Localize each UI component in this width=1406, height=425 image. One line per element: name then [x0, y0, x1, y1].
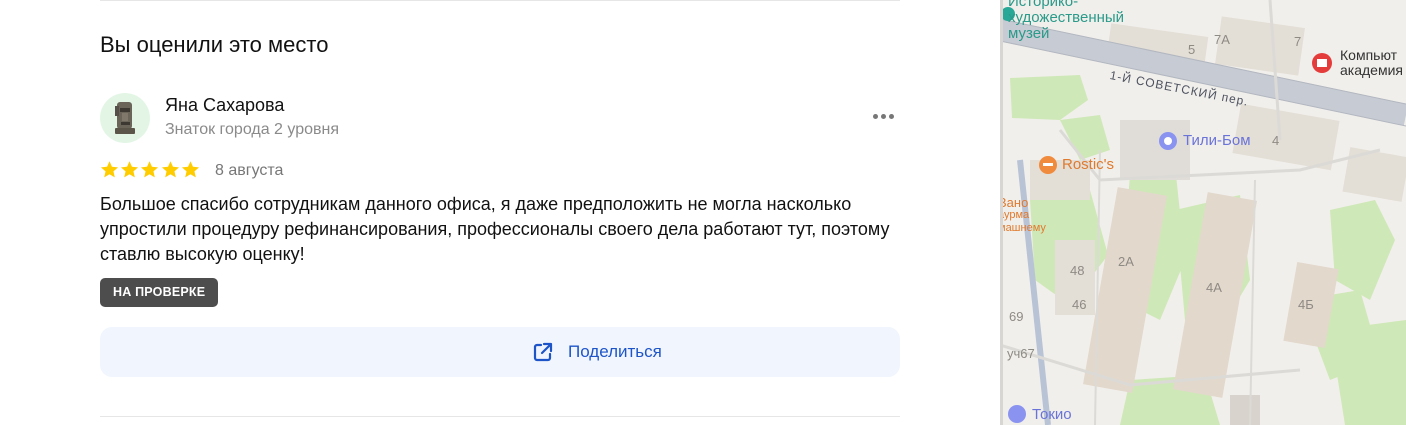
share-external-icon: [533, 342, 553, 362]
status-badge: НА ПРОВЕРКЕ: [100, 278, 219, 307]
author-name[interactable]: Яна Сахарова: [165, 95, 284, 116]
house-number: 69: [1009, 309, 1024, 324]
map-label-tili-bom[interactable]: Тили-Бом: [1183, 132, 1251, 149]
divider: [100, 416, 900, 417]
more-dots-icon: [889, 114, 894, 119]
more-dots-icon: [873, 114, 878, 119]
star-icon: [161, 161, 179, 178]
house-number: 4: [1272, 133, 1280, 148]
star-icon: [100, 161, 119, 178]
author-level: Знаток города 2 уровня: [165, 121, 340, 138]
share-button[interactable]: Поделиться: [100, 327, 900, 377]
map-border: [1000, 0, 1003, 425]
house-number: 4А: [1206, 280, 1222, 295]
map-label-tokio[interactable]: Токио: [1032, 406, 1072, 423]
star-icon: [121, 161, 139, 178]
star-icon: [141, 161, 159, 178]
more-options-button[interactable]: [866, 104, 900, 128]
review-date: 8 августа: [215, 162, 284, 179]
map-label-museum[interactable]: Историко- художественный музей: [1008, 0, 1124, 42]
review-text: Большое спасибо сотрудникам данного офис…: [100, 194, 890, 264]
star-icon: [181, 161, 199, 178]
house-number: 48: [1070, 263, 1085, 278]
review-panel: Вы оценили это место Яна Сахарова Знаток…: [0, 0, 1000, 425]
share-label: Поделиться: [568, 342, 662, 361]
house-number: 5: [1188, 42, 1196, 57]
map-label-computer-academy[interactable]: Компьют академия: [1340, 48, 1403, 78]
map[interactable]: Историко- художественный музей 1-Й СОВЕТ…: [1000, 0, 1406, 425]
moai-avatar-icon: [115, 102, 135, 134]
divider: [100, 0, 900, 1]
house-number: 7: [1294, 34, 1302, 49]
house-number: 46: [1072, 297, 1087, 312]
house-number: уч67: [1007, 346, 1035, 361]
map-label-vano[interactable]: Вано аурма машнему: [1000, 196, 1046, 235]
rating-stars: [100, 160, 201, 184]
avatar[interactable]: [100, 93, 150, 143]
more-dots-icon: [881, 114, 886, 119]
house-number: 4Б: [1298, 297, 1314, 312]
section-title: Вы оценили это место: [100, 32, 329, 57]
house-number: 7А: [1214, 32, 1230, 47]
house-number: 2А: [1118, 254, 1134, 269]
map-label-rostics[interactable]: Rostic's: [1062, 156, 1114, 173]
